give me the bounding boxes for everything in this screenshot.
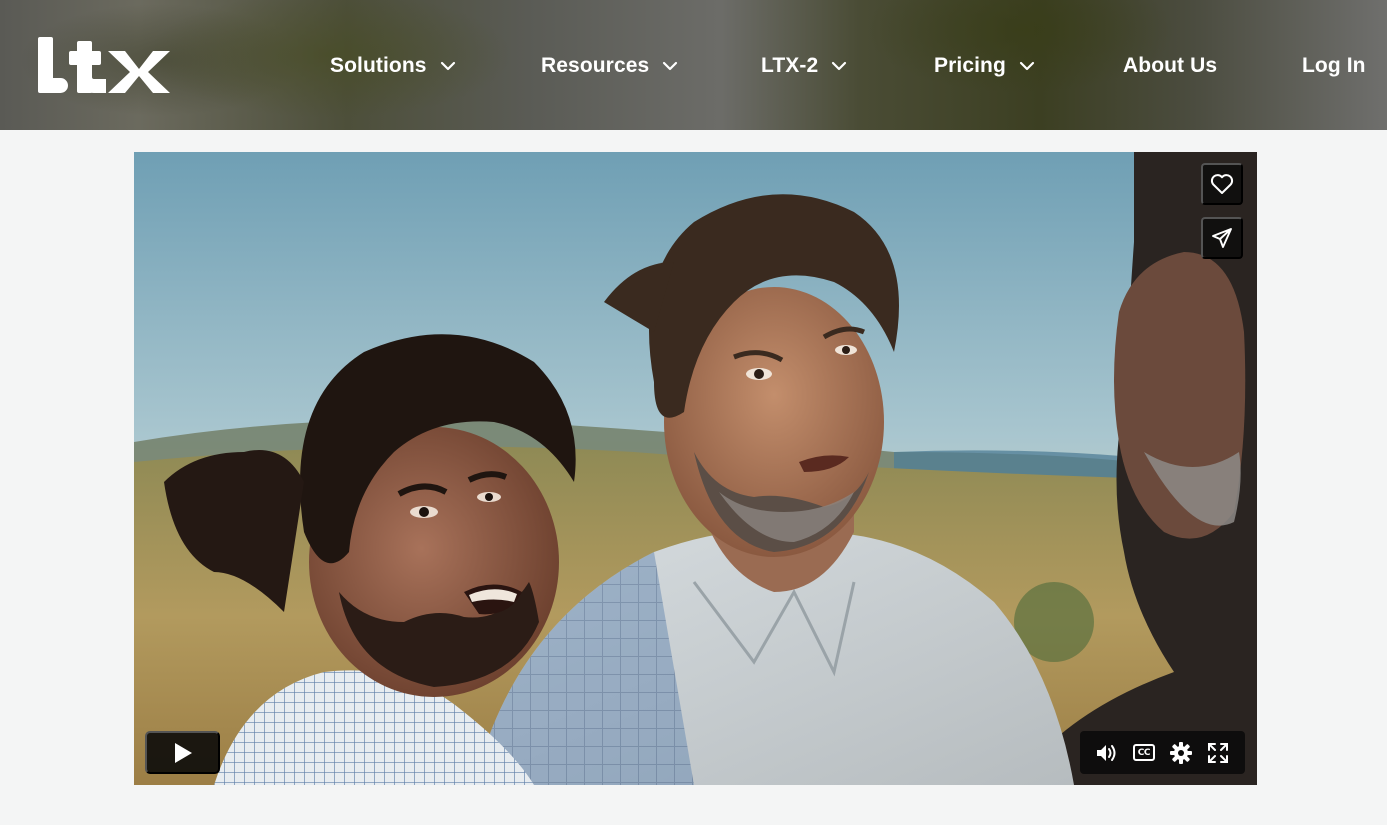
fullscreen-button[interactable] — [1205, 740, 1231, 766]
ltx-logo[interactable] — [38, 37, 170, 95]
nav-resources-label: Resources — [541, 54, 650, 77]
video-player[interactable]: CC — [134, 152, 1257, 785]
nav-ltx2-label: LTX-2 — [761, 54, 819, 77]
chevron-down-icon — [663, 61, 678, 71]
volume-icon — [1096, 744, 1116, 761]
captions-button[interactable]: CC — [1131, 740, 1157, 766]
nav-log-in[interactable]: Log In — [1302, 52, 1366, 80]
nav-pricing[interactable]: Pricing — [934, 52, 1035, 80]
fullscreen-icon — [1208, 742, 1229, 763]
chevron-down-icon — [832, 61, 847, 71]
nav-resources[interactable]: Resources — [541, 52, 678, 80]
video-controls: CC — [1080, 731, 1245, 774]
send-icon — [1212, 228, 1232, 248]
nav-log-in-label: Log In — [1302, 54, 1366, 77]
play-button[interactable] — [145, 731, 220, 774]
nav-ltx2[interactable]: LTX-2 — [761, 52, 847, 80]
nav-about-us[interactable]: About Us — [1123, 52, 1217, 80]
nav-solutions[interactable]: Solutions — [330, 52, 456, 80]
share-button[interactable] — [1201, 217, 1243, 259]
nav-solutions-label: Solutions — [330, 54, 427, 77]
site-header: Solutions Resources LTX-2 Pricing About … — [0, 0, 1387, 130]
gear-icon — [1170, 741, 1193, 764]
video-frame — [134, 152, 1257, 785]
chevron-down-icon — [440, 61, 455, 71]
volume-button[interactable] — [1094, 740, 1120, 766]
chevron-down-icon — [1019, 61, 1034, 71]
settings-button[interactable] — [1168, 740, 1194, 766]
nav-pricing-label: Pricing — [934, 54, 1006, 77]
captions-icon: CC — [1132, 744, 1155, 761]
like-button[interactable] — [1201, 163, 1243, 205]
heart-icon — [1210, 174, 1234, 194]
nav-about-us-label: About Us — [1123, 54, 1218, 77]
play-icon — [174, 742, 192, 763]
ltx-logo-mark — [38, 37, 170, 93]
